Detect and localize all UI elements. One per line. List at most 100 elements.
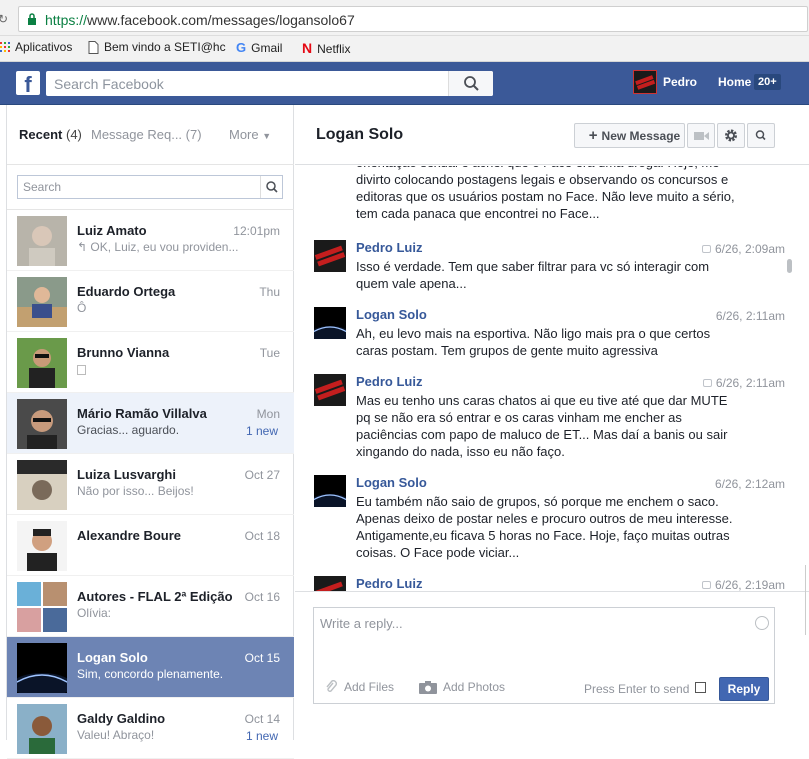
avatar — [17, 277, 67, 327]
reply-composer: Add Files Add Photos Press Enter to send… — [313, 607, 775, 704]
message-sender[interactable]: Logan Solo — [356, 475, 427, 490]
message-text: Ah, eu levo mais na esportiva. Não ligo … — [356, 326, 711, 358]
reply-button[interactable]: Reply — [719, 677, 769, 701]
avatar — [314, 374, 346, 406]
tab-more[interactable]: More ▼ — [229, 127, 271, 142]
search-icon — [464, 76, 479, 91]
apps-grid-icon — [0, 42, 10, 52]
url-text: https://www.facebook.com/messages/logans… — [45, 12, 355, 28]
avatar — [17, 521, 67, 571]
bookmark-gmail[interactable]: G Gmail — [236, 40, 282, 55]
thread-item-selected[interactable]: Logan Solo Sim, concordo plenamente. Oct… — [7, 637, 294, 698]
google-icon: G — [236, 40, 247, 55]
message-text: Eu também não saio de grupos, só porque … — [356, 494, 733, 560]
bookmark-apps[interactable]: Aplicativos — [0, 40, 72, 54]
settings-button[interactable] — [717, 123, 745, 148]
new-message-button[interactable]: + New Message — [574, 123, 685, 148]
thread-item[interactable]: Brunno Vianna Tue — [7, 332, 294, 393]
avatar — [314, 307, 346, 339]
camera-icon — [419, 681, 437, 694]
message-scrollbar[interactable] — [787, 259, 792, 273]
message-text: Mas eu tenho uns caras chatos ai que eu … — [356, 393, 728, 459]
thread-item[interactable]: Luiza Lusvarghi Não por isso... Beijos! … — [7, 454, 294, 515]
thread-search-input[interactable] — [18, 176, 258, 198]
conversation-title: Logan Solo — [316, 126, 404, 143]
thread-snippet: Olívia: — [77, 606, 112, 620]
thread-list: Luiz Amato ↰ OK, Luiz, eu vou providen..… — [7, 210, 294, 759]
thread-list-panel: Recent (4) Message Req... (7) More ▼ Lui… — [6, 105, 294, 759]
avatar — [17, 460, 67, 510]
message-sender[interactable]: Pedro Luiz — [356, 240, 422, 255]
avatar — [633, 70, 657, 94]
message-list: orientação sexual e achei que o Face era… — [295, 166, 795, 591]
thread-tabs: Recent (4) Message Req... (7) More ▼ — [7, 105, 294, 165]
thread-snippet: ↰ OK, Luiz, eu vou providen... — [77, 240, 239, 254]
message-sender[interactable]: Pedro Luiz — [356, 576, 422, 591]
thread-item[interactable]: Eduardo Ortega Ô Thu — [7, 271, 294, 332]
message-sender[interactable]: Pedro Luiz — [356, 374, 422, 389]
page-icon — [88, 41, 99, 54]
attachment-box-icon — [77, 365, 86, 375]
message-time: 6/26, 2:19am — [701, 578, 785, 591]
press-enter-checkbox[interactable] — [695, 682, 706, 693]
thread-snippet — [77, 362, 247, 378]
home-link[interactable]: Home — [718, 75, 751, 89]
search-icon — [266, 181, 278, 193]
bookmark-netflix[interactable]: N Netflix — [302, 40, 350, 56]
thread-item[interactable]: Mário Ramão Villalva Gracias... aguardo.… — [7, 393, 294, 454]
avatar — [17, 582, 67, 632]
netflix-icon: N — [302, 40, 313, 56]
lock-icon — [28, 13, 36, 25]
address-bar[interactable]: https://www.facebook.com/messages/logans… — [18, 6, 808, 32]
new-count-badge: 1 new — [245, 729, 278, 743]
chevron-down-icon: ▼ — [262, 131, 272, 141]
message-sender[interactable]: Logan Solo — [356, 307, 427, 322]
avatar — [17, 704, 67, 754]
facebook-top-bar: f Pedro Home 20+ — [0, 62, 809, 105]
avatar — [17, 216, 67, 266]
reply-toolbar: Add Files Add Photos Press Enter to send… — [314, 670, 774, 704]
search-conversation-button[interactable] — [747, 123, 775, 148]
conversation-header: Logan Solo + New Message — [295, 105, 809, 165]
thread-search — [17, 175, 283, 199]
thread-item[interactable]: Galdy Galdino Valeu! Abraço! Oct 14 1 ne… — [7, 698, 294, 759]
avatar — [314, 576, 346, 591]
facebook-search — [46, 71, 493, 96]
thread-snippet: Não por isso... Beijos! — [77, 484, 194, 498]
avatar — [17, 643, 67, 693]
avatar — [17, 399, 67, 449]
emoji-icon[interactable] — [755, 616, 769, 630]
message-time: 6/26, 2:09am — [701, 242, 785, 256]
edge-scrollbar — [805, 565, 809, 635]
bookmark-seti[interactable]: Bem vindo a SETI@hc — [88, 40, 226, 54]
tab-message-requests[interactable]: Message Req... (7) — [91, 127, 202, 142]
thread-snippet: Sim, concordo plenamente. — [77, 667, 224, 681]
message-text: orientação sexual e achei que o Face era… — [356, 166, 735, 221]
thread-search-button[interactable] — [260, 176, 282, 198]
conversation-panel: Logan Solo +New Message orientação sexua… — [295, 105, 809, 740]
message-time: 6/26, 2:11am — [702, 376, 785, 390]
tab-recent[interactable]: Recent (4) — [19, 127, 82, 142]
thread-snippet: Gracias... aguardo. — [77, 423, 180, 437]
message-time: 6/26, 2:11am — [715, 309, 785, 323]
facebook-logo-icon[interactable]: f — [16, 71, 40, 95]
message-time: 6/26, 2:12am — [714, 477, 785, 491]
reload-icon[interactable]: ↻ — [0, 12, 8, 26]
gear-icon — [725, 129, 737, 142]
facebook-search-input[interactable] — [46, 71, 446, 96]
thread-item[interactable]: Autores - FLAL 2ª Edição Olívia: Oct 16 — [7, 576, 294, 637]
add-photos-button[interactable]: Add Photos — [419, 680, 505, 694]
add-files-button[interactable]: Add Files — [324, 680, 394, 694]
bookmarks-bar: Aplicativos Bem vindo a SETI@hc G Gmail N… — [0, 36, 809, 62]
search-button[interactable] — [448, 71, 493, 96]
thread-item[interactable]: Alexandre Boure Oct 18 — [7, 515, 294, 576]
seen-icon — [701, 245, 711, 253]
browser-toolbar: ↻ https://www.facebook.com/messages/loga… — [0, 0, 809, 36]
reply-input[interactable] — [314, 608, 774, 664]
video-call-button[interactable] — [687, 123, 715, 148]
avatar — [17, 338, 67, 388]
divider — [295, 591, 809, 592]
plus-icon: + — [588, 127, 598, 144]
thread-item[interactable]: Luiz Amato ↰ OK, Luiz, eu vou providen..… — [7, 210, 294, 271]
seen-icon — [701, 581, 711, 589]
